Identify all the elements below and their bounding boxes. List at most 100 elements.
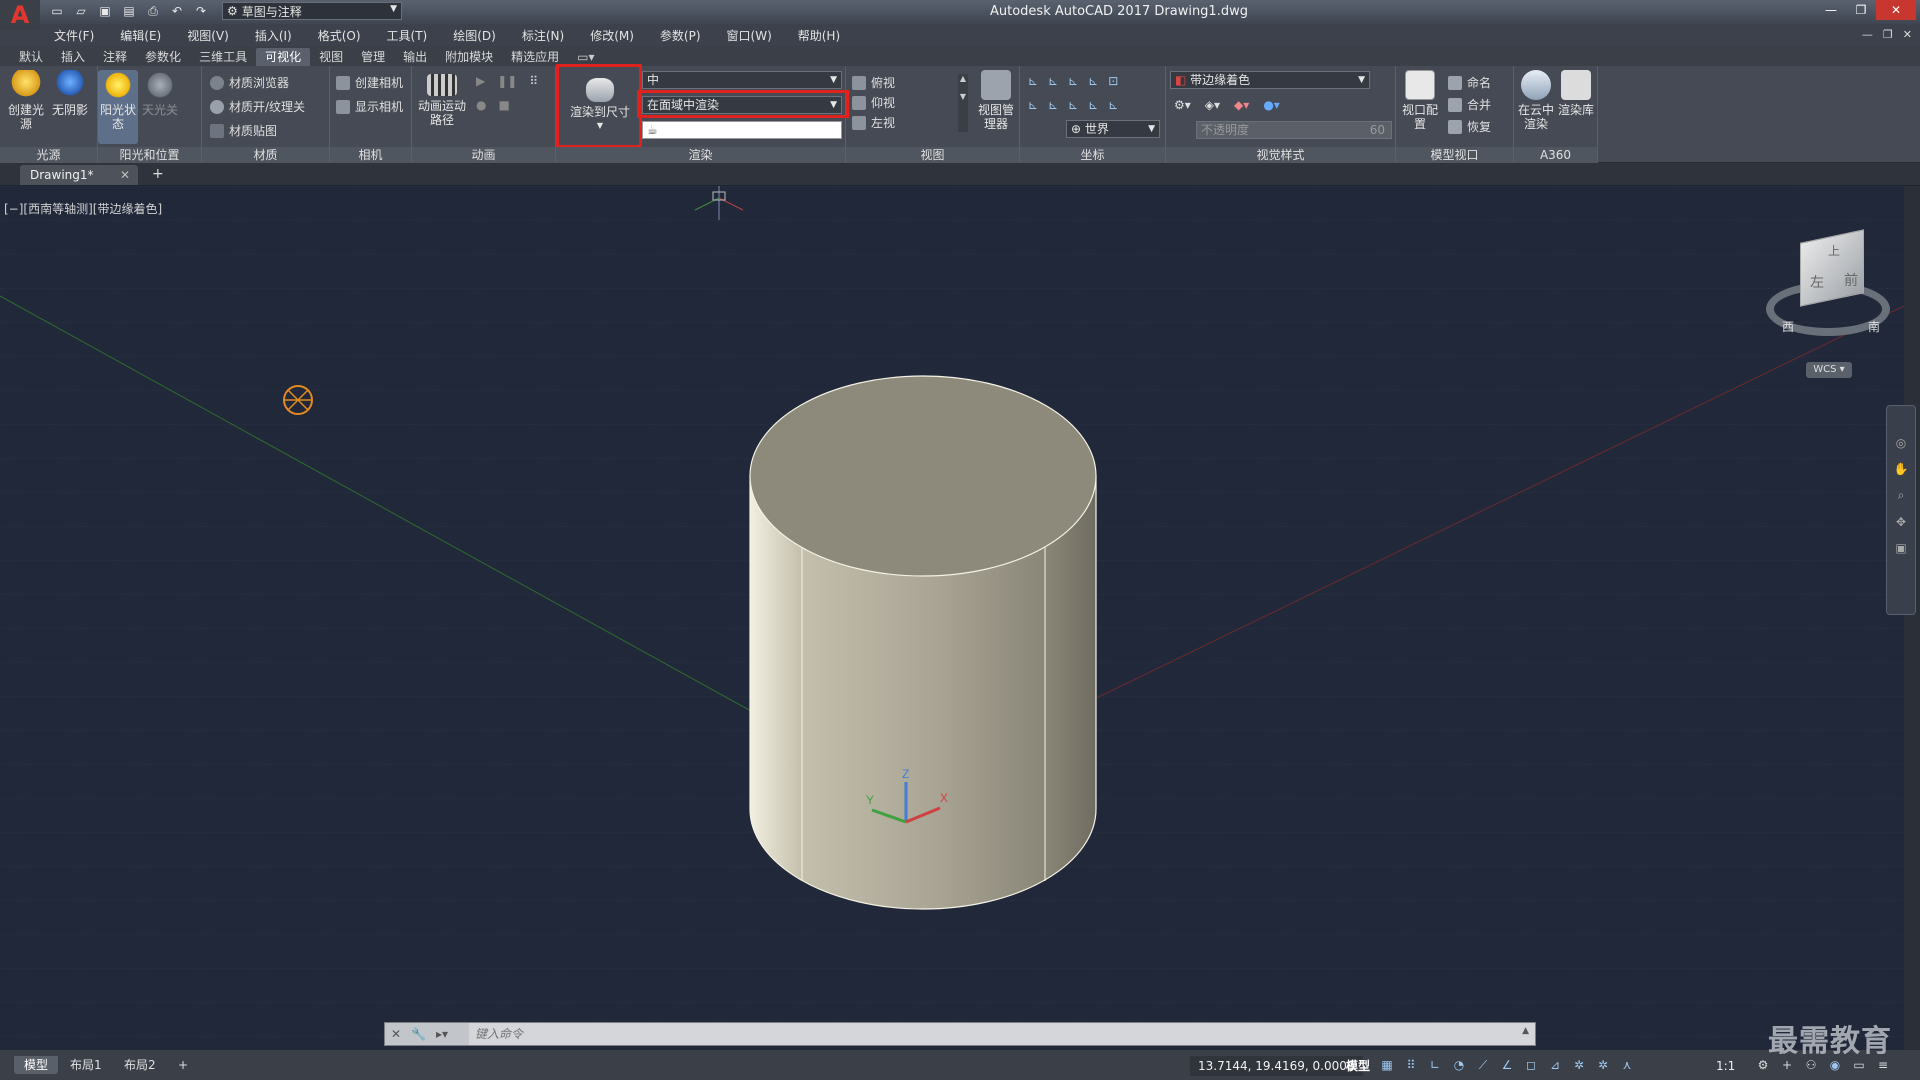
- polar-icon[interactable]: ◔: [1452, 1058, 1466, 1072]
- ucs-x-icon[interactable]: ⊾: [1068, 74, 1078, 88]
- dynamic-ucs-icon[interactable]: ⊿: [1548, 1058, 1562, 1072]
- file-tab-drawing1[interactable]: Drawing1* ✕: [20, 165, 138, 185]
- annotation-scale-icon[interactable]: ⋏: [1620, 1058, 1634, 1072]
- sun-status-button[interactable]: 阳光状态: [98, 70, 138, 144]
- doc-minimize-button[interactable]: —: [1862, 28, 1873, 41]
- menu-parametric[interactable]: 参数(P): [660, 27, 701, 44]
- annotation-scale-value[interactable]: 1:1: [1716, 1056, 1735, 1076]
- drawing-viewport[interactable]: Z Y X [−][西南等轴测][带边缘着色] 上 左 前 西 南 WCS ▾: [0, 186, 1904, 1050]
- tab-view[interactable]: 视图: [310, 48, 352, 66]
- create-light-button[interactable]: 创建光源: [6, 70, 46, 131]
- hardware-acceleration-icon[interactable]: ◉: [1828, 1058, 1842, 1072]
- render-environment-field[interactable]: ☕: [642, 121, 842, 139]
- panel-title-render[interactable]: 渲染: [556, 147, 845, 163]
- opacity-field[interactable]: 不透明度 60: [1196, 121, 1392, 139]
- panel-title-lights[interactable]: 光源: [0, 147, 97, 163]
- coordinate-readout[interactable]: 13.7144, 19.4169, 0.0000: [1190, 1056, 1363, 1076]
- menu-draw[interactable]: 绘图(D): [453, 27, 496, 44]
- object-snap-icon[interactable]: ◻: [1524, 1058, 1538, 1072]
- panel-title-coordinates[interactable]: 坐标: [1020, 147, 1165, 163]
- doc-close-button[interactable]: ✕: [1903, 28, 1912, 41]
- layout-tab-layout2[interactable]: 布局2: [114, 1056, 166, 1074]
- tab-3d-tools[interactable]: 三维工具: [190, 48, 256, 66]
- tab-addins[interactable]: 附加模块: [436, 48, 502, 66]
- grid-icon[interactable]: ▦: [1380, 1058, 1394, 1072]
- auto-scale-icon[interactable]: ✲: [1596, 1058, 1610, 1072]
- isolate-icon[interactable]: ⚇: [1804, 1058, 1818, 1072]
- record-icon[interactable]: ●: [476, 98, 486, 112]
- material-onoff-button[interactable]: 材质开/纹理关: [210, 98, 305, 115]
- new-icon[interactable]: ▭: [48, 2, 66, 20]
- menu-insert[interactable]: 插入(I): [255, 27, 292, 44]
- face-color-icon[interactable]: ◆▾: [1234, 98, 1249, 112]
- view-bottom-item[interactable]: 仰视: [852, 94, 895, 111]
- menu-window[interactable]: 窗口(W): [727, 27, 772, 44]
- workspace-switcher[interactable]: ⚙ 草图与注释 ▼: [222, 2, 402, 20]
- zoom-icon[interactable]: ⌕: [1887, 488, 1915, 503]
- maximize-button[interactable]: ❐: [1846, 0, 1876, 20]
- showmotion-icon[interactable]: ▣: [1887, 541, 1915, 555]
- close-button[interactable]: ✕: [1876, 0, 1916, 20]
- menu-file[interactable]: 文件(F): [54, 27, 94, 44]
- visual-style-select[interactable]: ◧ 带边缘着色 ▼: [1170, 71, 1370, 89]
- menu-view[interactable]: 视图(V): [187, 27, 229, 44]
- command-prompt-icon[interactable]: ▸▾: [436, 1027, 448, 1041]
- panel-title-camera[interactable]: 相机: [330, 147, 411, 163]
- undo-icon[interactable]: ↶: [168, 2, 186, 20]
- render-quality-select[interactable]: 中 ▼: [642, 71, 842, 89]
- ucs-origin-icon[interactable]: ⊾: [1048, 74, 1058, 88]
- snap-icon[interactable]: ⠿: [1404, 1058, 1418, 1072]
- redo-icon[interactable]: ↷: [192, 2, 210, 20]
- clean-screen-icon[interactable]: ▭: [1852, 1058, 1866, 1072]
- model-space-button[interactable]: 模型: [1346, 1056, 1370, 1076]
- open-icon[interactable]: ▱: [72, 2, 90, 20]
- ortho-icon[interactable]: ∟: [1428, 1058, 1442, 1072]
- menu-tools[interactable]: 工具(T): [387, 27, 428, 44]
- save-icon[interactable]: ▣: [96, 2, 114, 20]
- tab-default[interactable]: 默认: [10, 48, 52, 66]
- material-mapping-button[interactable]: 材质贴图: [210, 122, 277, 139]
- add-layout-button[interactable]: +: [168, 1056, 198, 1074]
- command-input[interactable]: [475, 1024, 1515, 1044]
- material-browser-button[interactable]: 材质浏览器: [210, 74, 289, 91]
- close-icon[interactable]: ✕: [391, 1027, 401, 1041]
- layout-tab-layout1[interactable]: 布局1: [60, 1056, 112, 1074]
- viewport-controls-label[interactable]: [−][西南等轴测][带边缘着色]: [4, 200, 162, 217]
- minimize-button[interactable]: —: [1816, 0, 1846, 20]
- panel-title-views[interactable]: 视图: [846, 147, 1019, 163]
- panel-title-a360[interactable]: A360: [1514, 147, 1597, 163]
- steering-wheel-icon[interactable]: ◎: [1887, 436, 1915, 450]
- object-snap-tracking-icon[interactable]: ∠: [1500, 1058, 1514, 1072]
- motion-path-button[interactable]: 动画运动路径: [418, 70, 466, 127]
- ucs-z-icon[interactable]: ⊾: [1048, 98, 1058, 112]
- command-history-icon[interactable]: ▲: [1522, 1026, 1529, 1036]
- new-tab-button[interactable]: +: [152, 166, 164, 182]
- sky-off-button[interactable]: 天光关: [140, 70, 180, 117]
- print-icon[interactable]: ⎙: [144, 2, 162, 20]
- play-icon[interactable]: ▶: [476, 74, 485, 88]
- wcs-menu[interactable]: WCS ▾: [1806, 362, 1852, 378]
- customize-menu-icon[interactable]: ≡: [1876, 1058, 1890, 1072]
- viewcube-box[interactable]: [1800, 229, 1864, 307]
- tab-output[interactable]: 输出: [394, 48, 436, 66]
- tab-parametric[interactable]: 参数化: [136, 48, 190, 66]
- ucs-3point-icon[interactable]: ⊾: [1068, 98, 1078, 112]
- panel-title-model-viewports[interactable]: 模型视口: [1396, 147, 1513, 163]
- pause-icon[interactable]: ❚❚: [497, 74, 517, 88]
- stop-icon[interactable]: ■: [498, 98, 509, 112]
- close-icon[interactable]: ✕: [120, 165, 130, 185]
- shadow-settings-icon[interactable]: ◈▾: [1205, 98, 1220, 112]
- show-camera-button[interactable]: 显示相机: [336, 98, 403, 115]
- save-as-icon[interactable]: ▤: [120, 2, 138, 20]
- viewport-merge-button[interactable]: 合并: [1448, 96, 1491, 113]
- menu-dimension[interactable]: 标注(N): [522, 27, 564, 44]
- walk-icon[interactable]: ⠿: [529, 74, 538, 88]
- ucs-select[interactable]: ⊕ 世界 ▼: [1066, 120, 1160, 138]
- menu-edit[interactable]: 编辑(E): [120, 27, 161, 44]
- application-menu-button[interactable]: A: [0, 0, 40, 30]
- tab-manage[interactable]: 管理: [352, 48, 394, 66]
- ucs-y-icon[interactable]: ⊾: [1088, 74, 1098, 88]
- workspace-gear-icon[interactable]: ⚙: [1756, 1058, 1770, 1072]
- viewport-name-button[interactable]: 命名: [1448, 74, 1491, 91]
- menu-help[interactable]: 帮助(H): [798, 27, 840, 44]
